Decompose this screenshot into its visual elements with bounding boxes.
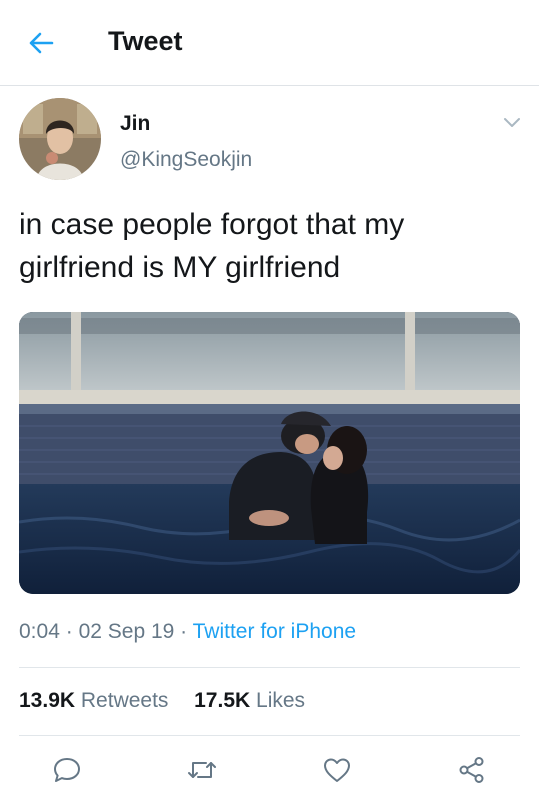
chevron-down-icon	[504, 118, 520, 127]
back-button[interactable]	[24, 26, 58, 60]
share-icon	[459, 757, 484, 783]
reply-button[interactable]	[50, 753, 84, 787]
tweet-date: 02 Sep 19	[78, 620, 175, 643]
heart-icon	[324, 758, 350, 782]
tweet-menu-button[interactable]	[500, 112, 524, 132]
retweet-button[interactable]	[185, 753, 219, 787]
tweet-stats: 13.9K Retweets 17.5K Likes	[19, 689, 305, 713]
share-button[interactable]	[455, 753, 489, 787]
separator: ·	[180, 620, 188, 643]
tweet-text-line: girlfriend is MY girlfriend	[19, 251, 341, 284]
tweet-source-link[interactable]: Twitter for iPhone	[193, 620, 356, 643]
separator: ·	[65, 620, 73, 643]
divider	[19, 735, 520, 736]
divider	[19, 667, 520, 668]
tweet-photo[interactable]	[19, 312, 520, 594]
author-name[interactable]: Jin	[120, 112, 150, 136]
page-title: Tweet	[108, 26, 183, 56]
avatar[interactable]	[19, 98, 101, 180]
tweet-timestamp: 0:04 · 02 Sep 19 · Twitter for iPhone	[19, 620, 356, 644]
tweet-text: in case people forgot that my girlfriend…	[19, 203, 519, 289]
tweet-text-line: in case people forgot that my	[19, 208, 405, 241]
retweets-stat[interactable]: 13.9K Retweets	[19, 689, 174, 712]
tweet-time: 0:04	[19, 620, 60, 643]
likes-stat[interactable]: 17.5K Likes	[194, 689, 305, 712]
retweets-count: 13.9K	[19, 689, 76, 712]
retweet-icon	[188, 762, 216, 778]
retweets-label: Retweets	[80, 689, 169, 712]
like-button[interactable]	[320, 753, 354, 787]
likes-count: 17.5K	[194, 689, 251, 712]
reply-icon	[54, 758, 80, 782]
likes-label: Likes	[256, 689, 306, 712]
top-bar: Tweet	[0, 0, 539, 86]
author-handle[interactable]: @KingSeokjin	[120, 148, 252, 172]
arrow-left-icon	[29, 32, 54, 54]
